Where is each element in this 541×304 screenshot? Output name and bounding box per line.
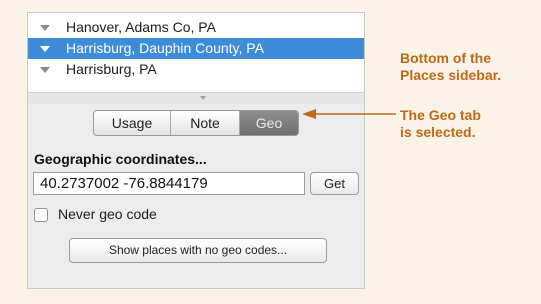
- annotation-line: is selected.: [400, 124, 476, 140]
- scroll-grip-icon[interactable]: [200, 96, 206, 100]
- annotation-line: Places sidebar.: [400, 67, 502, 83]
- disclosure-triangle-icon[interactable]: [40, 46, 50, 52]
- annotation-line: The Geo tab: [400, 107, 481, 123]
- tab-annotation: The Geo tab is selected.: [400, 107, 481, 141]
- tab-usage[interactable]: Usage: [94, 111, 171, 135]
- geo-coordinates-heading: Geographic coordinates...: [34, 151, 207, 167]
- annotation-line: Bottom of the: [400, 50, 491, 66]
- list-item[interactable]: Hanover, Adams Co, PA: [28, 17, 364, 38]
- tab-geo[interactable]: Geo: [240, 111, 298, 135]
- horizontal-scrollbar[interactable]: [28, 92, 364, 104]
- place-label: Hanover, Adams Co, PA: [66, 19, 216, 35]
- sidebar-annotation: Bottom of the Places sidebar.: [400, 50, 501, 84]
- places-list: Hanover, Adams Co, PA Harrisburg, Dauphi…: [28, 13, 364, 104]
- tab-bar: Usage Note Geo: [93, 110, 299, 136]
- list-item[interactable]: Harrisburg, Dauphin County, PA: [28, 38, 364, 59]
- place-label: Harrisburg, PA: [66, 61, 157, 77]
- tab-note[interactable]: Note: [171, 111, 240, 135]
- disclosure-triangle-icon[interactable]: [40, 25, 50, 31]
- show-places-no-geo-button[interactable]: Show places with no geo codes...: [69, 238, 327, 263]
- place-label: Harrisburg, Dauphin County, PA: [66, 40, 264, 56]
- get-button[interactable]: Get: [310, 172, 359, 195]
- never-geo-code-checkbox[interactable]: [34, 208, 48, 222]
- never-geo-code-label: Never geo code: [58, 206, 157, 222]
- disclosure-triangle-icon[interactable]: [40, 67, 50, 73]
- list-item[interactable]: Harrisburg, PA: [28, 59, 364, 80]
- coordinates-field[interactable]: 40.2737002 -76.8844179: [33, 172, 305, 195]
- annotation-arrow-icon: [302, 109, 396, 119]
